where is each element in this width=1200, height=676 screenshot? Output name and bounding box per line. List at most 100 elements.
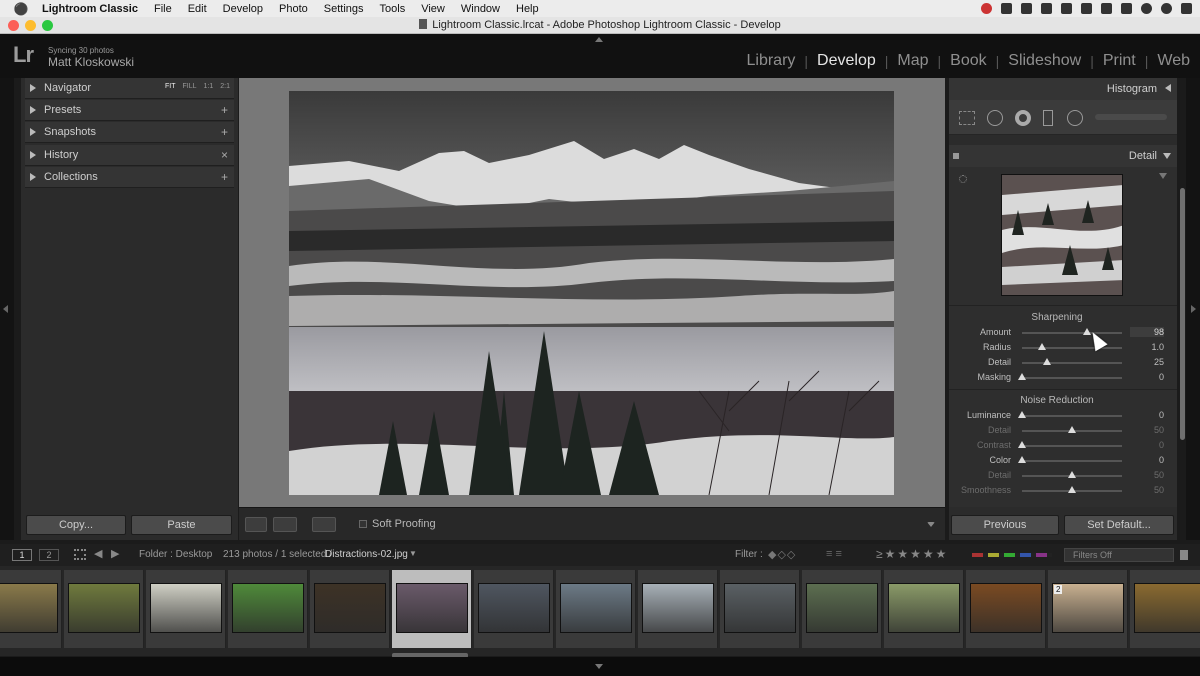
menu-photo[interactable]: Photo: [271, 3, 316, 15]
minimize-window-icon[interactable]: [25, 20, 36, 31]
filmstrip-cell[interactable]: [556, 570, 636, 648]
collapse-top-panel-icon[interactable]: [595, 37, 603, 42]
before-after-icon[interactable]: [273, 517, 297, 532]
clear-history-icon[interactable]: ×: [221, 148, 228, 162]
noise-reduction-slider-value[interactable]: 50: [1130, 485, 1164, 495]
crop-tool-icon[interactable]: [959, 111, 975, 125]
zoom-1-1[interactable]: 1:1: [204, 83, 214, 90]
histogram-panel-header[interactable]: Histogram: [949, 78, 1177, 100]
battery-icon[interactable]: [1061, 3, 1072, 14]
copy-settings-button[interactable]: Copy...: [26, 515, 126, 535]
noise-reduction-slider-value[interactable]: 0: [1130, 440, 1164, 450]
grid-view-icon[interactable]: [74, 549, 86, 560]
zoom-stars-icon[interactable]: [889, 520, 901, 528]
folder-source[interactable]: Folder : Desktop: [139, 549, 212, 560]
soft-proofing-checkbox[interactable]: [359, 520, 367, 528]
sharpening-slider-track[interactable]: [1022, 362, 1122, 364]
module-print[interactable]: Print: [1103, 52, 1136, 70]
sharpening-slider-track[interactable]: [1022, 332, 1122, 334]
collapse-left-panel-icon[interactable]: [3, 305, 8, 313]
filmstrip-cell[interactable]: [474, 570, 554, 648]
filmstrip-cell[interactable]: [1130, 570, 1200, 648]
filmstrip-cell[interactable]: [966, 570, 1046, 648]
filmstrip-cell[interactable]: [146, 570, 226, 648]
sharpening-slider-track[interactable]: [1022, 377, 1122, 379]
zoom-2-1[interactable]: 2:1: [220, 83, 230, 90]
filmstrip-thumbnail[interactable]: [0, 583, 58, 633]
noise-reduction-slider-thumb[interactable]: [1068, 426, 1076, 433]
noise-reduction-slider-track[interactable]: [1022, 445, 1122, 447]
module-book[interactable]: Book: [950, 52, 986, 70]
star-rating-filter-icons[interactable]: ≥★★★★★: [876, 547, 948, 561]
noise-reduction-slider-thumb[interactable]: [1018, 441, 1026, 448]
sharpening-slider-thumb[interactable]: [1018, 373, 1026, 380]
filmstrip-cell[interactable]: [64, 570, 144, 648]
menu-help[interactable]: Help: [508, 3, 547, 15]
filmstrip-thumbnail[interactable]: [724, 583, 796, 633]
add-snapshot-icon[interactable]: +: [221, 125, 228, 139]
zoom-window-icon[interactable]: [42, 20, 53, 31]
develop-photo[interactable]: [289, 91, 894, 495]
noise-reduction-slider-thumb[interactable]: [1068, 471, 1076, 478]
main-window-button[interactable]: 1: [12, 549, 32, 561]
filmstrip-thumbnail[interactable]: [150, 583, 222, 633]
noise-reduction-slider-thumb[interactable]: [1018, 411, 1026, 418]
collapse-triangle-icon[interactable]: [1165, 84, 1171, 92]
sharpening-slider-value[interactable]: 0: [1130, 372, 1164, 382]
detail-panel-header[interactable]: Detail: [949, 145, 1177, 167]
add-collection-icon[interactable]: +: [221, 170, 228, 184]
spot-removal-icon[interactable]: [987, 110, 1003, 126]
notification-center-icon[interactable]: [1181, 3, 1192, 14]
back-arrow-icon[interactable]: ◀: [94, 547, 102, 560]
filmstrip-thumbnail[interactable]: [806, 583, 878, 633]
edit-filter-icons[interactable]: ≡ ≡: [826, 548, 842, 560]
collections-panel-header[interactable]: Collections +: [25, 167, 234, 188]
before-after-split-icon[interactable]: [312, 517, 336, 532]
adjustment-brush-icon[interactable]: [1095, 114, 1167, 120]
sharpening-slider-value[interactable]: 98: [1130, 327, 1164, 337]
set-default-button[interactable]: Set Default...: [1064, 515, 1174, 535]
detail-preview-thumbnail[interactable]: [1001, 174, 1123, 296]
airplay-icon[interactable]: [1121, 3, 1132, 14]
module-map[interactable]: Map: [897, 52, 928, 70]
graduated-filter-icon[interactable]: [1043, 110, 1053, 126]
noise-reduction-slider-value[interactable]: 50: [1130, 470, 1164, 480]
secondary-window-button[interactable]: 2: [39, 549, 59, 561]
right-panel-scrollbar[interactable]: [1180, 188, 1185, 440]
notification-icon[interactable]: [1001, 3, 1012, 14]
collapse-filmstrip-icon[interactable]: [595, 664, 603, 669]
noise-reduction-slider-track[interactable]: [1022, 415, 1122, 417]
filmstrip-thumbnail[interactable]: [642, 583, 714, 633]
module-library[interactable]: Library: [747, 52, 796, 70]
filmstrip-cell[interactable]: [0, 570, 62, 648]
noise-reduction-slider-value[interactable]: 50: [1130, 425, 1164, 435]
screen-record-icon[interactable]: [1021, 3, 1032, 14]
navigator-panel-header[interactable]: Navigator FIT FILL 1:1 2:1: [25, 78, 234, 99]
filmstrip-cell[interactable]: [884, 570, 964, 648]
module-web[interactable]: Web: [1157, 52, 1190, 70]
stack-count-badge[interactable]: 2: [1054, 585, 1063, 594]
creative-cloud-icon[interactable]: [981, 3, 992, 14]
filmstrip-thumbnail[interactable]: [396, 583, 468, 633]
previous-button[interactable]: Previous: [951, 515, 1059, 535]
detail-target-icon[interactable]: [959, 175, 967, 183]
menu-window[interactable]: Window: [453, 3, 508, 15]
filmstrip-thumbnail[interactable]: [314, 583, 386, 633]
sharpening-slider-track[interactable]: [1022, 347, 1122, 349]
filmstrip-cell[interactable]: 2: [1048, 570, 1128, 648]
filmstrip-cell[interactable]: [310, 570, 390, 648]
display-icon[interactable]: [1041, 3, 1052, 14]
menu-file[interactable]: File: [146, 3, 180, 15]
sharpening-slider-value[interactable]: 1.0: [1130, 342, 1164, 352]
noise-reduction-slider-value[interactable]: 0: [1130, 455, 1164, 465]
menu-develop[interactable]: Develop: [215, 3, 271, 15]
history-panel-header[interactable]: History ×: [25, 145, 234, 166]
add-preset-icon[interactable]: +: [221, 103, 228, 117]
filmstrip-thumbnail[interactable]: [1134, 583, 1200, 633]
close-window-icon[interactable]: [8, 20, 19, 31]
siri-icon[interactable]: [1141, 3, 1152, 14]
paste-settings-button[interactable]: Paste: [131, 515, 232, 535]
presets-panel-header[interactable]: Presets +: [25, 100, 234, 121]
flag-filter-icons[interactable]: ◆◇◇: [768, 548, 796, 561]
filmstrip-cell[interactable]: [392, 570, 472, 648]
